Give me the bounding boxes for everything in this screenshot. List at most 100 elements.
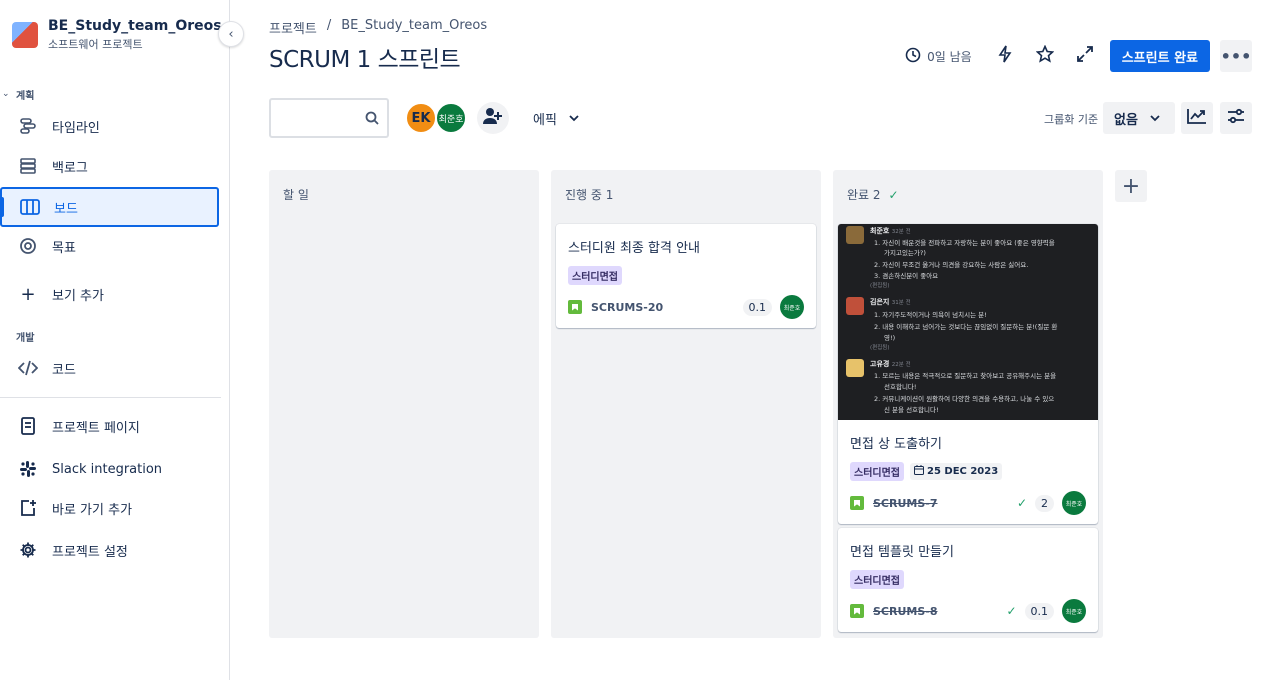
sidebar-item-slack[interactable]: Slack integration <box>0 449 219 489</box>
issue-key[interactable]: SCRUMS-20 <box>591 301 663 314</box>
avatar[interactable]: 최준호 <box>780 295 804 319</box>
chat-line: 신 분을 선호합니다! <box>884 406 939 414</box>
sidebar-item-label: 프로젝트 설정 <box>52 544 128 560</box>
more-actions-button[interactable]: ••• <box>1220 40 1252 72</box>
due-date-text: 25 DEC 2023 <box>927 466 999 477</box>
chat-line: 2. 커뮤니케이션이 원활하여 다양한 의견을 수용하고, 나눌 수 있으 <box>874 395 1055 403</box>
add-column-button[interactable]: + <box>1115 170 1147 202</box>
issue-card-scrums-20[interactable]: 스터디원 최종 합격 안내 스터디면접 SCRUMS-20 0.1 최준호 <box>556 224 816 328</box>
card-tags: 스터디면접 25 DEC 2023 <box>850 462 1086 481</box>
group-by-label: 그룹화 기준 <box>1044 113 1099 126</box>
chat-line: 1. 모르는 내용은 적극적으로 질문하고 찾아보고 공유해주시는 분을 <box>874 372 1057 380</box>
complete-sprint-button[interactable]: 스프린트 완료 <box>1109 40 1210 72</box>
label-tag: 스터디면접 <box>850 570 904 589</box>
story-points: 0.1 <box>742 298 772 316</box>
sidebar-item-label: 보드 <box>54 201 78 217</box>
epic-filter-dropdown[interactable]: 에픽 <box>533 109 579 128</box>
breadcrumb-projects[interactable]: 프로젝트 <box>269 18 317 37</box>
column-title-text: 완료 2 <box>847 188 881 202</box>
lightning-icon <box>998 45 1012 67</box>
chevron-left-icon: ‹ <box>228 26 234 42</box>
chevron-down-icon[interactable]: ⌄ <box>2 89 10 99</box>
avatar[interactable]: 최준호 <box>1062 491 1086 515</box>
column-title-text: 진행 중 1 <box>565 188 614 202</box>
issue-key[interactable]: SCRUMS-8 <box>873 605 938 618</box>
group-by-select[interactable]: 없음 <box>1103 102 1175 134</box>
section-planning[interactable]: 계획 <box>16 87 34 102</box>
project-name: BE_Study_team_Oreos <box>48 18 222 34</box>
card-title: 스터디원 최종 합격 안내 <box>568 241 700 256</box>
check-icon: ✓ <box>1006 604 1017 618</box>
due-date-tag: 25 DEC 2023 <box>910 463 1003 480</box>
card-title: 면접 상 도출하기 <box>850 437 942 452</box>
more-icon: ••• <box>1220 46 1252 66</box>
chat-name: 김은지 31분 전 <box>870 298 911 306</box>
sidebar-item-add-shortcut[interactable]: 바로 가기 추가 <box>0 488 219 528</box>
column-title-text: 할 일 <box>283 188 309 202</box>
issue-key[interactable]: SCRUMS-7 <box>873 497 938 510</box>
project-type: 소프트웨어 프로젝트 <box>48 38 143 51</box>
slack-icon <box>18 459 38 479</box>
sidebar-item-label: 타임라인 <box>52 120 100 136</box>
collapse-sidebar-button[interactable]: ‹ <box>218 21 244 47</box>
card-cover-image: 최준호 32분 전 1. 자신이 배운것을 전파하고 자랑하는 분이 좋아요 (… <box>838 224 1098 420</box>
project-header[interactable]: BE_Study_team_Oreos 소프트웨어 프로젝트 <box>12 18 222 52</box>
chat-avatar <box>846 297 864 315</box>
star-button[interactable] <box>1030 40 1060 72</box>
sidebar-item-backlog[interactable]: 백로그 <box>0 146 219 186</box>
sidebar-item-code[interactable]: 코드 <box>0 348 219 388</box>
chat-edited: (편집됨) <box>870 283 890 289</box>
automation-button[interactable] <box>990 40 1020 72</box>
issue-card-scrums-7[interactable]: 최준호 32분 전 1. 자신이 배운것을 전파하고 자랑하는 분이 좋아요 (… <box>838 224 1098 524</box>
add-people-button[interactable] <box>477 102 509 134</box>
epic-filter-label: 에픽 <box>533 113 557 128</box>
search-input[interactable] <box>271 100 357 136</box>
label-tag: 스터디면접 <box>850 462 904 481</box>
sidebar-item-goals[interactable]: 목표 <box>0 226 219 266</box>
issue-card-scrums-8[interactable]: 면접 템플릿 만들기 스터디면접 SCRUMS-8 ✓ 0.1 최준호 <box>838 528 1098 632</box>
view-settings-button[interactable] <box>1220 102 1252 134</box>
backlog-icon <box>18 156 38 176</box>
project-avatar <box>12 22 38 48</box>
chat-line: 2. 자신이 무조건 옳거나 의견을 강요하는 사람은 싫어요. <box>874 261 1029 269</box>
fullscreen-button[interactable] <box>1070 40 1100 72</box>
sidebar-item-label: 바로 가기 추가 <box>52 502 133 518</box>
sidebar-item-label: 코드 <box>52 362 76 378</box>
calendar-icon <box>914 465 924 478</box>
timeline-icon <box>18 116 38 136</box>
chat-name: 고유경 22분 전 <box>870 360 911 368</box>
column-done: 완료 2 ✓ 최준호 32분 전 1. 자신이 배운것을 전파하고 자랑하는 분… <box>833 170 1103 638</box>
star-icon <box>1035 44 1055 67</box>
column-title: 진행 중 1 <box>565 186 613 203</box>
chevron-down-icon <box>569 111 579 126</box>
card-tags: 스터디면접 <box>850 570 1086 589</box>
sidebar-item-project-page[interactable]: 프로젝트 페이지 <box>0 406 219 446</box>
sprint-days-left: 0일 남음 <box>905 47 972 66</box>
sidebar-item-settings[interactable]: 프로젝트 설정 <box>0 530 219 570</box>
board-icon <box>20 197 40 217</box>
chat-line: 2. 내용 이해하고 넘어가는 것보다는 끊임없이 질문하는 분!(질문 환 <box>874 323 1058 331</box>
chat-edited: (편집됨) <box>870 345 890 351</box>
avatar[interactable]: 최준호 <box>1062 599 1086 623</box>
add-person-icon <box>483 107 503 129</box>
search-icon <box>365 110 379 129</box>
avatar-filter-user[interactable]: 최준호 <box>435 102 467 134</box>
column-title: 완료 2 ✓ <box>847 186 899 203</box>
chat-line: 선호합니다! <box>884 383 917 391</box>
breadcrumb-project[interactable]: BE_Study_team_Oreos <box>341 18 487 37</box>
chat-line: 1. 자기주도적이거나 의욕이 넘치시는 분! <box>874 311 987 319</box>
card-footer: SCRUMS-8 ✓ 0.1 최준호 <box>850 599 1086 623</box>
label-tag: 스터디면접 <box>568 266 622 285</box>
board-toolbar: EK 최준호 에픽 그룹화 기준 없음 <box>269 98 1252 138</box>
sidebar-item-label: 목표 <box>52 240 76 256</box>
sidebar-item-add-view[interactable]: + 보기 추가 <box>0 274 219 314</box>
insights-button[interactable] <box>1181 102 1213 134</box>
sidebar-item-board[interactable]: 보드 <box>0 187 219 227</box>
card-title: 면접 템플릿 만들기 <box>850 545 954 560</box>
sidebar-item-timeline[interactable]: 타임라인 <box>0 106 219 146</box>
card-tags: 스터디면접 <box>568 266 804 285</box>
check-icon: ✓ <box>1016 496 1027 510</box>
sliders-icon <box>1227 108 1245 128</box>
sidebar-item-label: 보기 추가 <box>52 288 104 304</box>
avatar-filter-ek[interactable]: EK <box>405 102 437 134</box>
